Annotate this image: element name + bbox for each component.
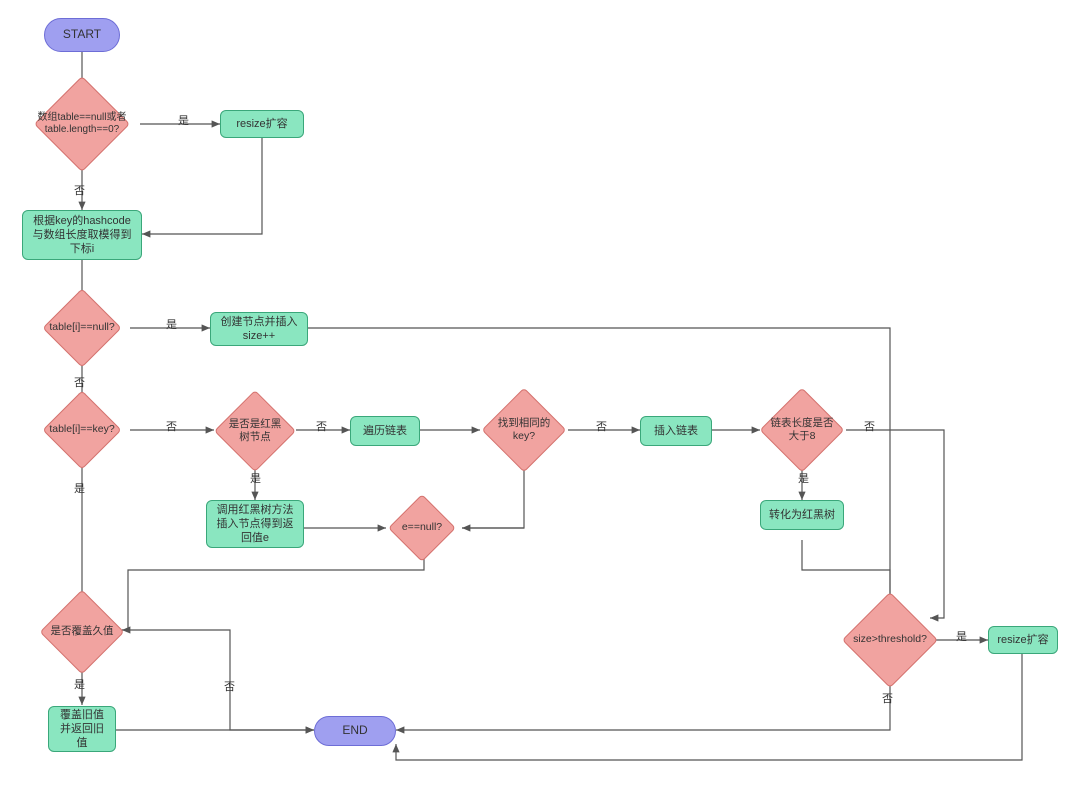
label-no: 否 (164, 418, 179, 434)
decision-override: 是否覆盖久值 (52, 602, 112, 662)
decision-size-threshold: size>threshold? (856, 606, 924, 674)
decision-e-null: e==null? (398, 504, 446, 552)
process-traverse-list: 遍历链表 (350, 416, 420, 446)
label-no: 否 (72, 374, 87, 390)
decision-table-null: 数组table==null或者table.length==0? (48, 90, 116, 158)
process-hashcode: 根据key的hashcode与数组长度取模得到下标i (22, 210, 142, 260)
decision-found-key: 找到相同的key? (494, 400, 554, 460)
process-override-old: 覆盖旧值并返回旧值 (48, 706, 116, 752)
label-no: 否 (862, 418, 877, 434)
label-yes: 是 (248, 470, 263, 486)
label-no: 否 (880, 690, 895, 706)
label-yes: 是 (72, 676, 87, 692)
end-node: END (314, 716, 396, 746)
label-no: 否 (222, 678, 237, 694)
process-create-insert: 创建节点并插入 size++ (210, 312, 308, 346)
decision-is-rbtree: 是否是红黑树节点 (226, 402, 284, 460)
label-yes: 是 (176, 112, 191, 128)
process-to-rbtree: 转化为红黑树 (760, 500, 844, 530)
decision-list-gt8: 链表长度是否大于8 (772, 400, 832, 460)
label-yes: 是 (796, 470, 811, 486)
process-resize1: resize扩容 (220, 110, 304, 138)
start-node: START (44, 18, 120, 52)
label-no: 否 (594, 418, 609, 434)
decision-slot-null: table[i]==null? (54, 300, 110, 356)
label-yes: 是 (72, 480, 87, 496)
process-insert-list: 插入链表 (640, 416, 712, 446)
label-no: 否 (72, 182, 87, 198)
label-no: 否 (314, 418, 329, 434)
process-rbtree-insert: 调用红黑树方法插入节点得到返回值e (206, 500, 304, 548)
label-yes: 是 (164, 316, 179, 332)
decision-slot-key: table[i]==key? (54, 402, 110, 458)
label-yes: 是 (954, 628, 969, 644)
process-resize2: resize扩容 (988, 626, 1058, 654)
